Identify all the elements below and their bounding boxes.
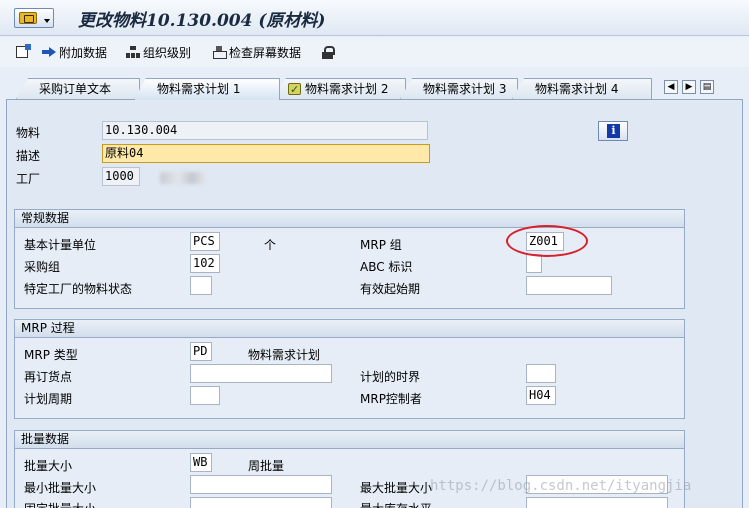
new-document-icon — [16, 44, 31, 58]
description-label: 描述 — [16, 149, 41, 163]
group-title: 常规数据 — [15, 210, 684, 228]
annotation-circle — [506, 225, 588, 257]
menu-icon — [19, 12, 37, 24]
base-unit-text: 个 — [264, 238, 277, 252]
org-levels-button[interactable]: 组织级别 — [126, 43, 191, 61]
lot-size-text: 周批量 — [248, 459, 285, 473]
tab-mrp-2[interactable]: 物料需求计划 2 — [274, 78, 406, 99]
tab-list-icon[interactable]: ▤ — [700, 80, 714, 94]
mrp-controller-field[interactable]: H04 — [526, 386, 556, 405]
plant-field[interactable]: 1000 — [102, 167, 140, 186]
info-icon: i — [607, 124, 620, 138]
tab-mrp-1[interactable]: 物料需求计划 1 — [134, 78, 280, 100]
title-bar: 更改物料10.130.004 (原材料) — [0, 0, 749, 36]
watermark: https://blog.csdn.net/ityangjia — [430, 478, 692, 494]
check-data-icon — [212, 46, 227, 59]
valid-from-field[interactable] — [526, 276, 612, 295]
mrp-group-label: MRP 组 — [360, 238, 402, 252]
application-toolbar: 附加数据 组织级别 检查屏幕数据 — [0, 37, 749, 67]
abc-indicator-field[interactable] — [526, 254, 542, 273]
tab-mrp-4[interactable]: 物料需求计划 4 — [512, 78, 652, 99]
min-lot-size-field[interactable] — [190, 475, 332, 494]
tab-strip: 采购订单文本 物料需求计划 1 物料需求计划 2 物料需求计划 3 物料需求计划… — [0, 78, 749, 100]
material-label: 物料 — [16, 126, 41, 140]
base-unit-label: 基本计量单位 — [24, 238, 97, 252]
check-screen-data-button[interactable]: 检查屏幕数据 — [212, 43, 301, 61]
org-structure-icon — [126, 46, 140, 58]
scroll-left-icon[interactable]: ◀ — [664, 80, 678, 94]
min-lot-size-label: 最小批量大小 — [24, 481, 97, 495]
blurred-plant-name — [160, 172, 206, 184]
group-title: MRP 过程 — [15, 320, 684, 338]
mrp-type-text: 物料需求计划 — [248, 348, 321, 362]
additional-data-label: 附加数据 — [59, 45, 108, 60]
reorder-point-label: 再订货点 — [24, 370, 73, 384]
page-title: 更改物料10.130.004 (原材料) — [78, 11, 326, 31]
max-stock-level-label: 最大库存水平 — [360, 500, 432, 508]
tab-mrp-3[interactable]: 物料需求计划 3 — [400, 78, 518, 99]
planning-cycle-label: 计划周期 — [24, 392, 73, 406]
org-levels-label: 组织级别 — [143, 45, 192, 60]
plant-status-field[interactable] — [190, 276, 212, 295]
fixed-lot-size-field[interactable] — [190, 497, 332, 508]
create-button[interactable] — [16, 43, 31, 61]
tab-label: 物料需求计划 1 — [157, 82, 241, 96]
planning-fence-field[interactable] — [526, 364, 556, 383]
max-stock-level-field[interactable] — [526, 497, 668, 508]
lot-size-label: 批量大小 — [24, 459, 73, 473]
check-screen-data-label: 检查屏幕数据 — [229, 45, 302, 60]
lock-button[interactable] — [322, 43, 336, 61]
group-title: 批量数据 — [15, 431, 684, 449]
plant-status-label: 特定工厂的物料状态 — [24, 282, 133, 296]
checkmark-icon — [288, 80, 301, 99]
mrp-type-label: MRP 类型 — [24, 348, 78, 362]
scroll-right-icon[interactable]: ▶ — [682, 80, 696, 94]
additional-data-button[interactable]: 附加数据 — [42, 43, 107, 61]
abc-indicator-label: ABC 标识 — [360, 260, 413, 274]
base-unit-field[interactable]: PCS — [190, 232, 220, 251]
info-button[interactable]: i — [598, 121, 628, 141]
tab-label: 采购订单文本 — [39, 82, 112, 96]
purchasing-group-field[interactable]: 102 — [190, 254, 220, 273]
material-field[interactable]: 10.130.004 — [102, 121, 428, 140]
mrp-controller-label: MRP控制者 — [360, 392, 422, 406]
lock-icon — [322, 45, 335, 59]
chevron-down-icon — [44, 19, 50, 23]
plant-label: 工厂 — [16, 172, 41, 186]
tab-purchase-order-text[interactable]: 采购订单文本 — [16, 78, 140, 99]
planning-cycle-field[interactable] — [190, 386, 220, 405]
tab-label: 物料需求计划 4 — [535, 82, 619, 96]
max-lot-size-label: 最大批量大小 — [360, 481, 433, 495]
mrp-type-field[interactable]: PD — [190, 342, 212, 361]
description-field[interactable]: 原料04 — [102, 144, 430, 163]
mrp-procedure-group: MRP 过程 — [14, 319, 685, 419]
tab-label: 物料需求计划 3 — [423, 82, 507, 96]
reorder-point-field[interactable] — [190, 364, 332, 383]
tab-label: 物料需求计划 2 — [305, 82, 389, 96]
planning-fence-label: 计划的时界 — [360, 370, 421, 384]
system-menu-button[interactable] — [14, 8, 54, 28]
fixed-lot-size-label: 固定批量大小 — [24, 500, 96, 508]
arrow-right-icon — [42, 47, 56, 57]
lot-size-field[interactable]: WB — [190, 453, 212, 472]
purchasing-group-label: 采购组 — [24, 260, 61, 274]
valid-from-label: 有效起始期 — [360, 282, 421, 296]
